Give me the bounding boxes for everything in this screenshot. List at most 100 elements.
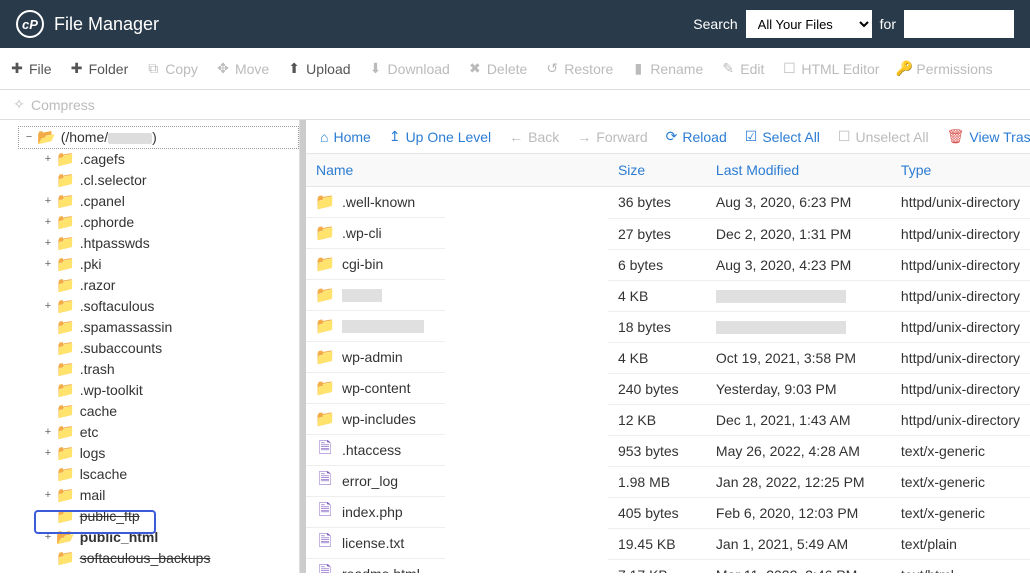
tree-item-cagefs[interactable]: +📁.cagefs [38, 149, 299, 170]
tree-item-ssl[interactable]: +📁ssl [38, 569, 299, 573]
tree-item-label: .softaculous [80, 296, 155, 317]
folder-tree-sidebar[interactable]: −📂(/home/)+📁.cagefs📁.cl.selector+📁.cpane… [0, 120, 300, 573]
expand-icon[interactable]: + [42, 149, 54, 170]
table-row[interactable]: 🗎license.txt19.45 KBJan 1, 2021, 5:49 AM… [306, 528, 1030, 559]
tree-item-wptoolkit[interactable]: 📁.wp-toolkit [38, 380, 299, 401]
table-row[interactable]: 📁wp-content240 bytesYesterday, 9:03 PMht… [306, 373, 1030, 404]
folder-icon: 📁 [316, 348, 334, 366]
file-modified: Dec 1, 2021, 1:43 AM [706, 404, 891, 435]
file-icon: 🗎 [316, 503, 334, 521]
file-type: httpd/unix-directory [891, 373, 1030, 404]
col-size[interactable]: Size [608, 154, 706, 187]
tree-item-cache[interactable]: 📁cache [38, 401, 299, 422]
expand-icon[interactable]: + [42, 569, 54, 573]
content-toolbar: ⌂Home ↥Up One Level ←Back →Forward ⟳Relo… [306, 120, 1030, 154]
col-type[interactable]: Type [891, 154, 1030, 187]
download-button[interactable]: ⬇Download [369, 60, 450, 77]
tree-item-publichtml[interactable]: +📂public_html [38, 527, 299, 548]
tree-item-trash[interactable]: 📁.trash [38, 359, 299, 380]
edit-button[interactable]: ✎Edit [721, 60, 764, 77]
unselect-icon: ☐ [838, 128, 851, 145]
file-button[interactable]: ✚File [10, 60, 52, 77]
forward-icon: → [577, 129, 591, 145]
tree-item-label: cache [80, 401, 117, 422]
tree-root-node[interactable]: −📂(/home/) [18, 126, 299, 149]
home-button[interactable]: ⌂Home [320, 129, 371, 145]
cpanel-logo-icon: cP [16, 10, 44, 38]
tree-item-publicftp[interactable]: 📁public_ftp [38, 506, 299, 527]
tree-item-label: .razor [80, 275, 116, 296]
table-row[interactable]: 🗎index.php405 bytesFeb 6, 2020, 12:03 PM… [306, 497, 1030, 528]
rename-button[interactable]: ▮Rename [631, 60, 703, 77]
permissions-button[interactable]: 🔑Permissions [897, 60, 992, 77]
search-scope-select[interactable]: All Your Files [746, 10, 872, 38]
view-trash-button[interactable]: 🗑View Trash [947, 128, 1030, 145]
home-icon: ⌂ [320, 129, 328, 145]
tree-item-spamassassin[interactable]: 📁.spamassassin [38, 317, 299, 338]
table-row[interactable]: 📁wp-admin4 KBOct 19, 2021, 3:58 PMhttpd/… [306, 342, 1030, 373]
table-row[interactable]: 📁.well-known36 bytesAug 3, 2020, 6:23 PM… [306, 187, 1030, 219]
table-row[interactable]: 📁4 KBhttpd/unix-directory [306, 280, 1030, 311]
upload-button[interactable]: ⬆Upload [287, 60, 350, 77]
expand-icon[interactable]: + [42, 296, 54, 317]
tree-item-cphorde[interactable]: +📁.cphorde [38, 212, 299, 233]
file-size: 4 KB [608, 342, 706, 373]
unselect-all-button[interactable]: ☐Unselect All [838, 128, 929, 145]
collapse-icon[interactable]: − [23, 127, 35, 148]
file-type: text/plain [891, 528, 1030, 559]
html-editor-button[interactable]: ☐HTML Editor [782, 60, 879, 77]
file-type: text/x-generic [891, 466, 1030, 497]
expand-icon[interactable]: + [42, 212, 54, 233]
forward-button[interactable]: →Forward [577, 129, 647, 145]
tree-item-clselector[interactable]: 📁.cl.selector [38, 170, 299, 191]
expand-icon[interactable]: + [42, 485, 54, 506]
select-all-button[interactable]: ☑Select All [745, 128, 820, 145]
expand-icon[interactable]: + [42, 527, 54, 548]
copy-button[interactable]: ⧉Copy [146, 60, 198, 77]
expand-icon[interactable]: + [42, 254, 54, 275]
restore-button[interactable]: ↺Restore [545, 60, 613, 77]
tree-item-softaculousbackups[interactable]: 📁softaculous_backups [38, 548, 299, 569]
tree-item-label: logs [80, 443, 106, 464]
tree-item-etc[interactable]: +📁etc [38, 422, 299, 443]
move-button[interactable]: ✥Move [216, 60, 269, 77]
expand-icon[interactable]: + [42, 233, 54, 254]
tree-item-label: .trash [80, 359, 115, 380]
expand-icon[interactable]: + [42, 191, 54, 212]
html-icon: ☐ [782, 60, 796, 77]
tree-item-logs[interactable]: +📁logs [38, 443, 299, 464]
file-type: text/x-generic [891, 435, 1030, 466]
table-row[interactable]: 📁cgi-bin6 bytesAug 3, 2020, 4:23 PMhttpd… [306, 249, 1030, 280]
table-row[interactable]: 🗎error_log1.98 MBJan 28, 2022, 12:25 PMt… [306, 466, 1030, 497]
tree-item-htpasswds[interactable]: +📁.htpasswds [38, 233, 299, 254]
table-row[interactable]: 📁wp-includes12 KBDec 1, 2021, 1:43 AMhtt… [306, 404, 1030, 435]
expand-icon[interactable]: + [42, 422, 54, 443]
tree-item-mail[interactable]: +📁mail [38, 485, 299, 506]
table-row[interactable]: 📁.wp-cli27 bytesDec 2, 2020, 1:31 PMhttp… [306, 218, 1030, 249]
up-one-level-button[interactable]: ↥Up One Level [389, 128, 491, 145]
table-row[interactable]: 📁18 byteshttpd/unix-directory [306, 311, 1030, 342]
table-row[interactable]: 🗎.htaccess953 bytesMay 26, 2022, 4:28 AM… [306, 435, 1030, 466]
delete-button[interactable]: ✖Delete [468, 60, 527, 77]
tree-item-razor[interactable]: 📁.razor [38, 275, 299, 296]
file-type: httpd/unix-directory [891, 218, 1030, 249]
search-input[interactable] [904, 10, 1014, 38]
expand-icon[interactable]: + [42, 443, 54, 464]
back-button[interactable]: ←Back [509, 129, 559, 145]
tree-item-subaccounts[interactable]: 📁.subaccounts [38, 338, 299, 359]
tree-item-cpanel[interactable]: +📁.cpanel [38, 191, 299, 212]
file-modified: Jan 1, 2021, 5:49 AM [706, 528, 891, 559]
tree-item-lscache[interactable]: 📁lscache [38, 464, 299, 485]
reload-button[interactable]: ⟳Reload [666, 128, 727, 145]
file-listing[interactable]: Name Size Last Modified Type 📁.well-know… [306, 154, 1030, 573]
table-row[interactable]: 🗎readme.html7.17 KBMar 11, 2022, 2:46 PM… [306, 559, 1030, 573]
tree-item-softaculous[interactable]: +📁.softaculous [38, 296, 299, 317]
compress-button[interactable]: ✧Compress [12, 96, 95, 113]
tree-item-pki[interactable]: +📁.pki [38, 254, 299, 275]
file-name: readme.html [342, 566, 420, 573]
file-name: index.php [342, 504, 403, 520]
folder-button[interactable]: ✚Folder [70, 60, 129, 77]
col-name[interactable]: Name [306, 154, 608, 187]
col-modified[interactable]: Last Modified [706, 154, 891, 187]
file-modified: Feb 6, 2020, 12:03 PM [706, 497, 891, 528]
